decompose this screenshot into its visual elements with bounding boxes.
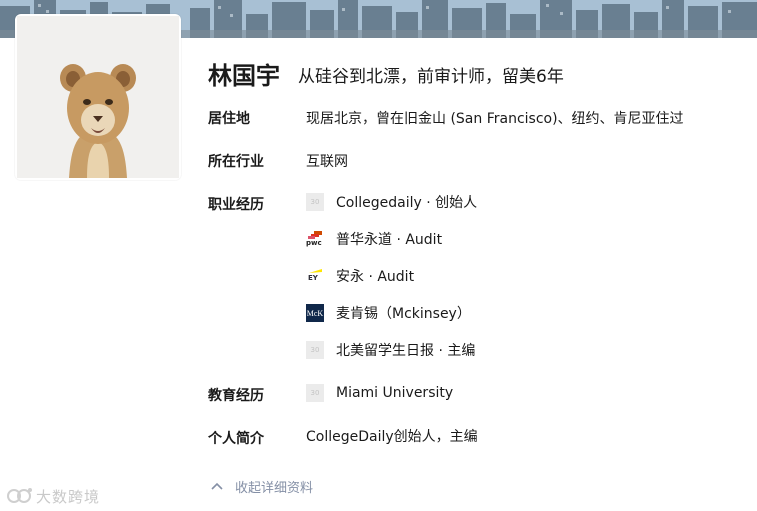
watermark-logo-icon (7, 488, 32, 503)
placeholder-logo-icon: 30 (306, 384, 324, 402)
career-item-text[interactable]: 安永 · Audit (336, 266, 414, 286)
career-item-text[interactable]: 北美留学生日报 · 主编 (336, 340, 475, 360)
career-item[interactable]: McK 麦肯锡（Mckinsey） (306, 303, 471, 323)
placeholder-logo-icon: 30 (306, 341, 324, 359)
education-item-text[interactable]: Miami University (336, 385, 453, 401)
bio-value: CollegeDaily创始人，主编 (306, 429, 478, 445)
career-item-text[interactable]: Collegedaily · 创始人 (336, 192, 477, 212)
profile-headline: 从硅谷到北漂，前审计师，留美6年 (298, 67, 564, 87)
lion-cub-image (17, 16, 179, 178)
profile-name: 林国宇 (208, 62, 280, 90)
mckinsey-logo-icon: McK (306, 304, 324, 322)
avatar[interactable] (15, 14, 181, 180)
industry-value[interactable]: 互联网 (306, 151, 348, 171)
industry-label: 所在行业 (208, 154, 264, 170)
pwc-logo-icon: pwc (306, 230, 324, 248)
placeholder-logo-icon: 30 (306, 193, 324, 211)
education-label: 教育经历 (208, 388, 264, 404)
career-item[interactable]: EY 安永 · Audit (306, 266, 414, 286)
avatar-image (17, 16, 179, 178)
career-item[interactable]: 30 北美留学生日报 · 主编 (306, 340, 475, 360)
bio-label: 个人简介 (208, 431, 264, 447)
watermark-text: 大数跨境 (36, 487, 101, 506)
chevron-up-icon (211, 482, 223, 490)
career-item-text[interactable]: 麦肯锡（Mckinsey） (336, 303, 471, 323)
education-item[interactable]: 30 Miami University (306, 383, 453, 403)
collapse-details-label: 收起详细资料 (235, 480, 314, 496)
career-label: 职业经历 (208, 197, 264, 213)
career-item-text[interactable]: 普华永道 · Audit (336, 229, 442, 249)
residence-label: 居住地 (208, 111, 250, 127)
ey-logo-icon: EY (306, 267, 324, 285)
residence-value: 现居北京，曾在旧金山 (San Francisco)、纽约、肯尼亚住过 (306, 111, 684, 127)
career-item[interactable]: pwc 普华永道 · Audit (306, 229, 442, 249)
career-item[interactable]: 30 Collegedaily · 创始人 (306, 192, 477, 212)
watermark: 大数跨境 (6, 485, 100, 507)
collapse-details-button[interactable]: 收起详细资料 (211, 477, 314, 496)
